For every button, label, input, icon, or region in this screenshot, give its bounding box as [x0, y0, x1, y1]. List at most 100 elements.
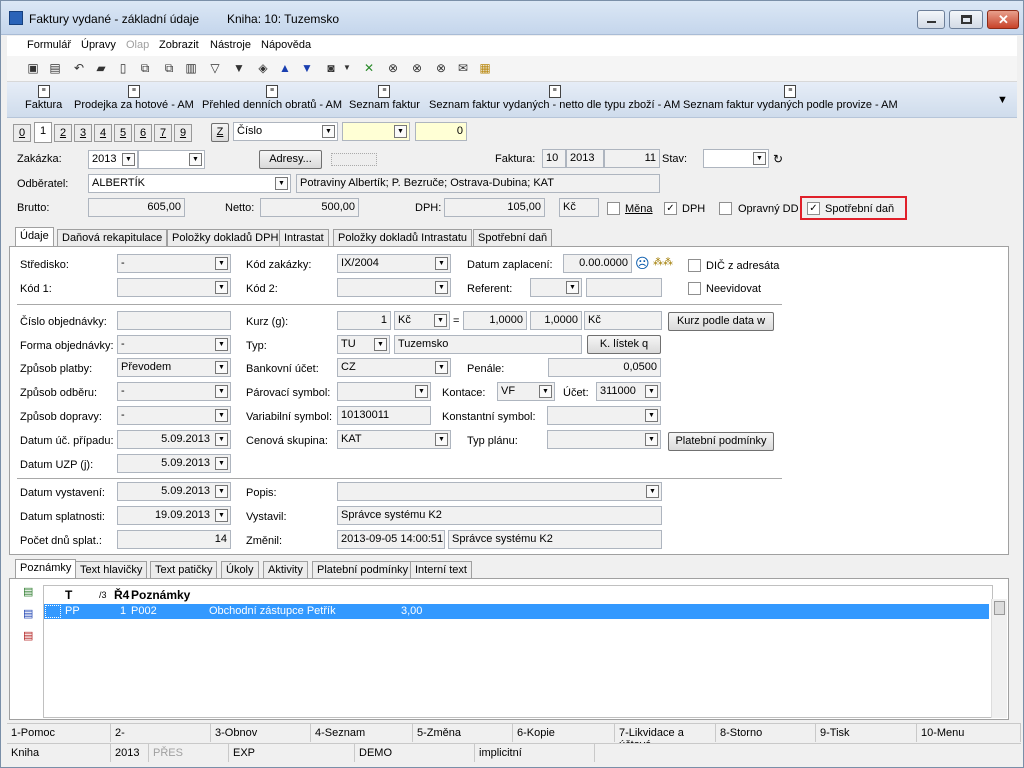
typ-select[interactable]: TU ▼: [337, 335, 390, 354]
platebni-podminky-button[interactable]: Platební podmínky: [668, 432, 774, 451]
tab-spotrebni[interactable]: Spotřební daň: [473, 229, 553, 247]
k-listek-button[interactable]: K. lístek q: [587, 335, 661, 354]
tab-intrastat[interactable]: Intrastat: [279, 229, 329, 247]
tab-ukoly[interactable]: Úkoly: [221, 561, 259, 579]
odberatel-select[interactable]: ALBERTÍK ▼: [88, 174, 291, 193]
kontace-select[interactable]: VF ▼: [497, 382, 555, 401]
camera-icon[interactable]: ◙: [323, 60, 339, 76]
refresh-icon[interactable]: ↻: [773, 152, 783, 166]
search-input[interactable]: ▼: [342, 122, 410, 141]
kod1-select[interactable]: ▼: [117, 278, 231, 297]
dph-checkbox[interactable]: ✓: [664, 202, 677, 215]
toolbar-overflow-icon[interactable]: ▼: [997, 94, 1008, 106]
fkey-2[interactable]: 2-: [111, 724, 211, 742]
dic-checkbox[interactable]: [688, 259, 701, 272]
fkey-1[interactable]: 1-Pomoc: [7, 724, 111, 742]
zakazka-select[interactable]: ▼: [138, 150, 205, 169]
undo-icon[interactable]: ↶: [71, 60, 87, 76]
menu-napoveda[interactable]: Nápověda: [261, 39, 311, 51]
copy-icon[interactable]: ⧉: [137, 60, 153, 76]
table-row[interactable]: PP 1 P002 Obchodní zástupce Petřík 3,00: [44, 604, 989, 619]
mail-icon[interactable]: ✉: [455, 60, 471, 76]
menu-nastroje[interactable]: Nástroje: [210, 39, 251, 51]
stav-select[interactable]: ▼: [703, 149, 769, 168]
kod-zakazky-select[interactable]: IX/2004 ▼: [337, 254, 451, 273]
tab-aktivity[interactable]: Aktivity: [263, 561, 308, 579]
zpusob-platby-select[interactable]: Převodem ▼: [117, 358, 231, 377]
menu-formular[interactable]: Formulář: [27, 39, 71, 51]
report-prehled[interactable]: ≡ Přehled denních obratů - AM: [202, 85, 342, 111]
parovaci-select[interactable]: ▼: [337, 382, 431, 401]
datum-uc-field[interactable]: 5.09.2013 ▼: [117, 430, 231, 449]
popis-select[interactable]: ▼: [337, 482, 662, 501]
forma-select[interactable]: - ▼: [117, 335, 231, 354]
fkey-4[interactable]: 4-Seznam: [311, 724, 413, 742]
stack-icon[interactable]: ◈: [255, 60, 271, 76]
fkey-3[interactable]: 3-Obnov: [211, 724, 311, 742]
binoculars-prev-icon[interactable]: ⊗: [433, 60, 449, 76]
zakazka-year-select[interactable]: 2013 ▼: [88, 150, 138, 169]
add-note-icon[interactable]: ▤: [23, 585, 33, 598]
page-tab-7[interactable]: 7: [154, 124, 172, 142]
binoculars-next-icon[interactable]: ⊗: [409, 60, 425, 76]
filter-list-icon[interactable]: ▼: [231, 60, 247, 76]
open-folder-icon[interactable]: ▰: [93, 60, 109, 76]
adresy-button[interactable]: Adresy...: [259, 150, 322, 169]
book-icon[interactable]: ▥: [183, 60, 199, 76]
filter-icon[interactable]: ▽: [207, 60, 223, 76]
tab-platebni[interactable]: Platební podmínky: [312, 561, 414, 579]
page-tab-1[interactable]: 1: [34, 122, 52, 143]
neevidovat-checkbox[interactable]: [688, 282, 701, 295]
chevron-down-icon[interactable]: ▼: [339, 60, 355, 76]
people-icon[interactable]: ⁂⁂: [653, 257, 673, 268]
paste-icon[interactable]: ⧉: [161, 60, 177, 76]
page-tab-3[interactable]: 3: [74, 124, 92, 142]
tab-text-hlavicky[interactable]: Text hlavičky: [75, 561, 148, 579]
ucet-select[interactable]: 311000 ▼: [596, 382, 661, 401]
tab-text-paticky[interactable]: Text patičky: [150, 561, 218, 579]
menu-zobrazit[interactable]: Zobrazit: [159, 39, 199, 51]
fkey-9[interactable]: 9-Tisk: [816, 724, 917, 742]
fkey-5[interactable]: 5-Změna: [413, 724, 513, 742]
save-all-icon[interactable]: ▤: [47, 60, 63, 76]
arrow-down-icon[interactable]: ▼: [299, 60, 315, 76]
report-prodejka[interactable]: ≡ Prodejka za hotové - AM: [74, 85, 194, 111]
typ-planu-select[interactable]: ▼: [547, 430, 661, 449]
cislo-obj-field[interactable]: [117, 311, 231, 330]
scroll-thumb[interactable]: [994, 601, 1005, 615]
opravny-dd-checkbox[interactable]: [719, 202, 732, 215]
report-seznam-faktur[interactable]: ≡ Seznam faktur: [349, 85, 420, 111]
report-seznam-provize[interactable]: ≡ Seznam faktur vydaných podle provize - …: [683, 85, 898, 111]
datum-uzp-field[interactable]: 5.09.2013 ▼: [117, 454, 231, 473]
datum-splat-field[interactable]: 19.09.2013 ▼: [117, 506, 231, 525]
datum-vyst-field[interactable]: 5.09.2013 ▼: [117, 482, 231, 501]
search-field-select[interactable]: Číslo ▼: [233, 122, 338, 141]
notepad-icon[interactable]: ▦: [477, 60, 493, 76]
menu-olap[interactable]: Olap: [126, 39, 149, 51]
cenova-select[interactable]: KAT ▼: [337, 430, 451, 449]
page-tab-9[interactable]: 9: [174, 124, 192, 142]
kurz-currency-select[interactable]: Kč ▼: [394, 311, 450, 330]
zpusob-odberu-select[interactable]: - ▼: [117, 382, 231, 401]
tab-polozky-dph[interactable]: Položky dokladů DPH: [167, 229, 284, 247]
spotrebni-checkbox[interactable]: ✓: [807, 202, 820, 215]
mena-checkbox[interactable]: [607, 202, 620, 215]
save-icon[interactable]: ▣: [25, 60, 41, 76]
close-button[interactable]: ✕: [987, 10, 1019, 29]
new-document-icon[interactable]: ▯: [115, 60, 131, 76]
edit-note-icon[interactable]: ▤: [23, 607, 33, 620]
binoculars-icon[interactable]: ⊗: [385, 60, 401, 76]
tab-udaje[interactable]: Údaje: [15, 227, 54, 246]
report-faktura[interactable]: ≡ Faktura: [25, 85, 62, 111]
page-tab-2[interactable]: 2: [54, 124, 72, 142]
kod2-select[interactable]: ▼: [337, 278, 451, 297]
tab-polozky-intrastat[interactable]: Položky dokladů Intrastatu: [333, 229, 473, 247]
delete-note-icon[interactable]: ▤: [23, 629, 33, 642]
referent-select[interactable]: ▼: [530, 278, 582, 297]
search-value[interactable]: 0: [415, 122, 467, 141]
minimize-button[interactable]: [917, 10, 945, 29]
tab-danova[interactable]: Daňová rekapitulace: [57, 229, 168, 247]
maximize-button[interactable]: [949, 10, 983, 29]
notes-scrollbar[interactable]: [991, 599, 1007, 718]
title-bar[interactable]: Faktury vydané - základní údaje Kniha: 1…: [1, 1, 1023, 35]
